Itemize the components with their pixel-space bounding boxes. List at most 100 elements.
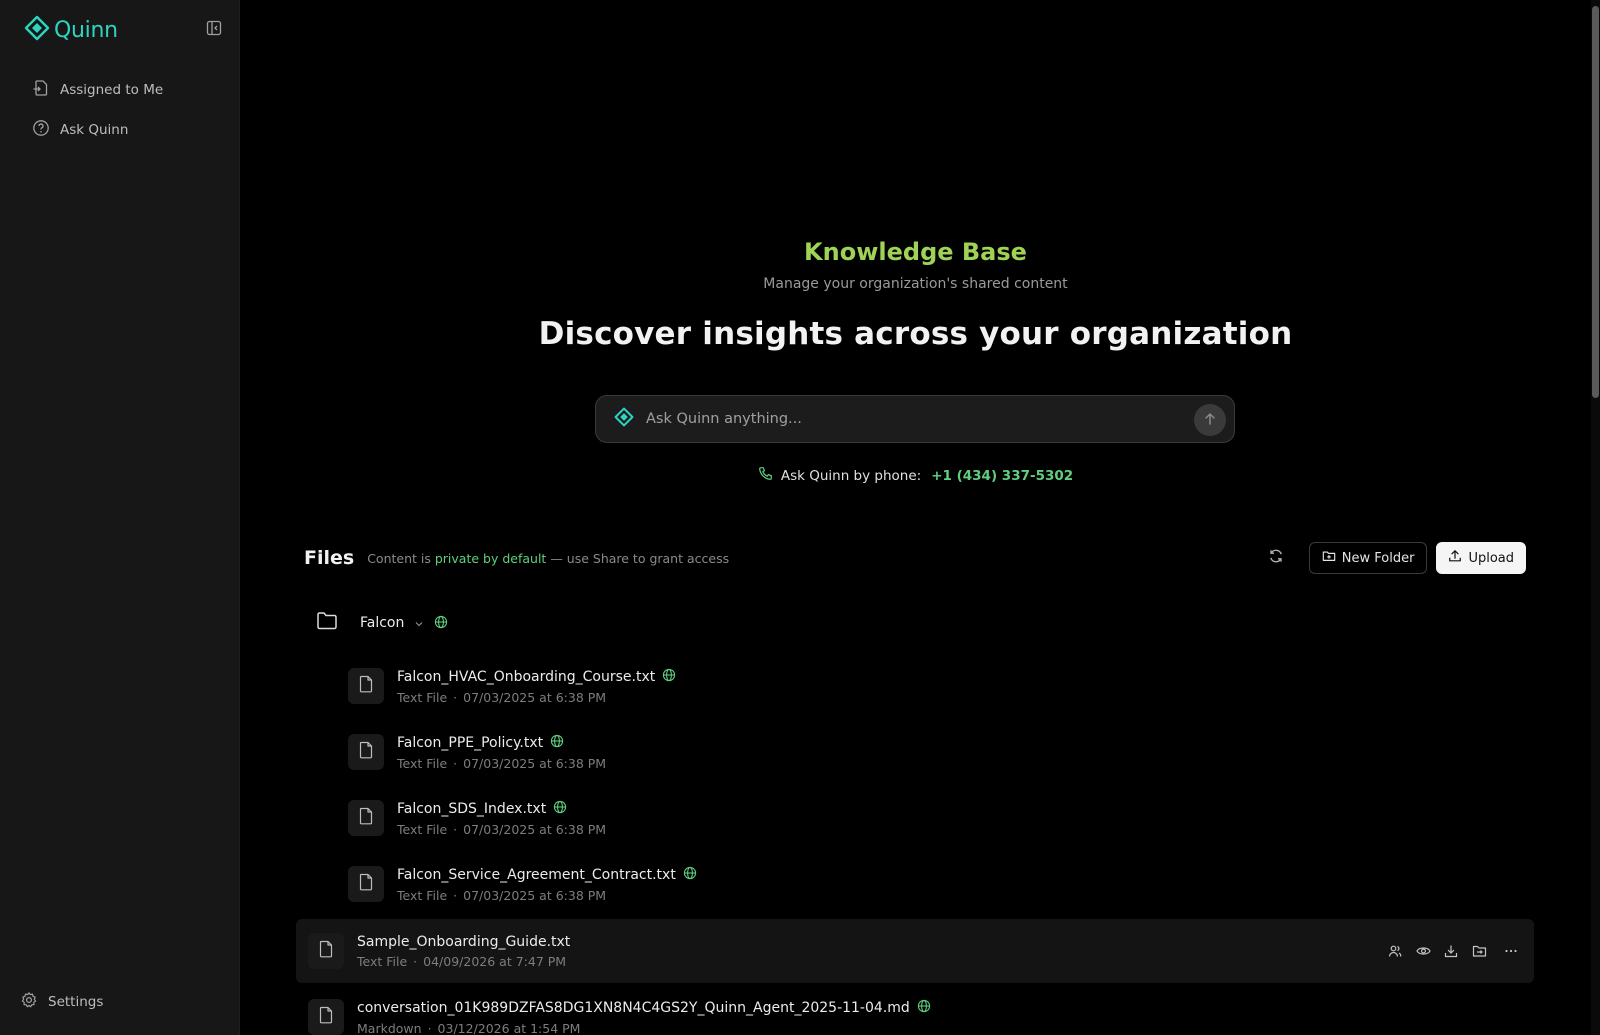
- logo-text: Quinn: [54, 17, 118, 43]
- folder-name: Falcon: [360, 615, 405, 631]
- note-suffix: — use Share to grant access: [550, 550, 730, 566]
- eye-preview-icon[interactable]: [1414, 941, 1432, 961]
- file-type: Text File: [357, 953, 408, 969]
- meta-separator: ·: [453, 887, 458, 903]
- file-name[interactable]: Sample_Onboarding_Guide.txt: [357, 934, 570, 950]
- meta-separator: ·: [453, 689, 458, 705]
- globe-shared-icon: [434, 614, 448, 633]
- file-name-line: Falcon_PPE_Policy.txt: [397, 734, 606, 752]
- more-options-icon[interactable]: [1502, 941, 1520, 961]
- file-date: 07/03/2025 at 6:38 PM: [463, 887, 607, 903]
- upload-label: Upload: [1468, 550, 1514, 566]
- file-date: 07/03/2025 at 6:38 PM: [463, 821, 607, 837]
- file-date: 03/12/2026 at 1:54 PM: [437, 1020, 581, 1035]
- new-folder-button[interactable]: New Folder: [1308, 542, 1428, 574]
- file-name[interactable]: conversation_01K989DZFAS8DG1XN8N4C4GS2Y_…: [357, 1000, 910, 1016]
- file-row[interactable]: Falcon_SDS_Index.txt Text File · 07/03/202…: [348, 786, 1518, 850]
- file-type: Text File: [397, 689, 448, 705]
- page-subtitle: Manage your organization's shared conten…: [763, 276, 1068, 292]
- upload-button[interactable]: Upload: [1436, 542, 1526, 574]
- file-icon-box: [348, 800, 384, 836]
- file-name-line: Falcon_Service_Agreement_Contract.txt: [397, 866, 697, 884]
- file-date: 07/03/2025 at 6:38 PM: [463, 689, 607, 705]
- sidebar-item-ask-quinn[interactable]: Ask Quinn: [20, 112, 220, 148]
- app-logo[interactable]: Quinn: [24, 15, 118, 45]
- folder-row-falcon[interactable]: Falcon: [304, 608, 448, 638]
- file-meta: Text File · 07/03/2025 at 6:38 PM: [397, 690, 676, 705]
- phone-label: Ask Quinn by phone:: [780, 467, 922, 484]
- file-type: Markdown: [357, 1020, 422, 1035]
- sidebar-item-assigned-to-me[interactable]: Assigned to Me: [20, 72, 220, 108]
- settings-link[interactable]: Settings: [20, 987, 103, 1017]
- folder-plus-icon: [1322, 549, 1336, 567]
- file-meta: Text File · 07/03/2025 at 6:38 PM: [397, 756, 606, 771]
- file-text: Sample_Onboarding_Guide.txt Text File · 04…: [357, 934, 570, 969]
- file-assign-icon: [32, 79, 50, 101]
- globe-shared-icon: [683, 866, 697, 884]
- sidebar: Quinn Assigned to Me Ask Quinn Settings: [0, 0, 240, 1035]
- page-title: Knowledge Base: [804, 238, 1027, 266]
- file-type: Text File: [397, 887, 448, 903]
- globe-shared-icon: [917, 999, 931, 1017]
- file-text: Falcon_PPE_Policy.txt Text File · 07/03/20…: [397, 734, 606, 771]
- file-icon-box: [308, 933, 344, 969]
- ask-quinn-input[interactable]: [646, 411, 1176, 427]
- scrollbar-thumb[interactable]: [1592, 6, 1599, 398]
- globe-shared-icon: [553, 800, 567, 818]
- file-text: Falcon_SDS_Index.txt Text File · 07/03/202…: [397, 800, 606, 837]
- phone-contact: Ask Quinn by phone: +1 (434) 337-5302: [240, 466, 1591, 485]
- globe-shared-icon: [662, 668, 676, 686]
- refresh-icon: [1268, 548, 1284, 568]
- file-meta: Text File · 07/03/2025 at 6:38 PM: [397, 822, 606, 837]
- chevron-down-icon[interactable]: [414, 614, 424, 633]
- note-accent: private by default: [434, 550, 547, 566]
- files-title: Files: [304, 547, 355, 569]
- send-button[interactable]: [1194, 404, 1226, 436]
- file-text: Falcon_Service_Agreement_Contract.txt Te…: [397, 866, 697, 903]
- file-row[interactable]: Falcon_PPE_Policy.txt Text File · 07/03/20…: [348, 720, 1518, 784]
- meta-separator: ·: [413, 953, 418, 969]
- file-icon: [318, 1006, 334, 1028]
- phone-icon: [758, 466, 773, 485]
- file-meta: Markdown · 03/12/2026 at 1:54 PM: [357, 1021, 931, 1035]
- download-icon[interactable]: [1442, 941, 1460, 961]
- file-name[interactable]: Falcon_HVAC_Onboarding_Course.txt: [397, 669, 655, 685]
- files-header: Files Content is private by default — us…: [304, 541, 1526, 575]
- file-date: 04/09/2026 at 7:47 PM: [423, 953, 567, 969]
- file-row[interactable]: Falcon_HVAC_Onboarding_Course.txt Text F…: [348, 654, 1518, 718]
- file-icon: [318, 940, 334, 962]
- file-icon-box: [308, 999, 344, 1035]
- file-type: Text File: [397, 821, 448, 837]
- file-row[interactable]: Sample_Onboarding_Guide.txt Text File · 04…: [296, 919, 1534, 983]
- file-icon: [358, 675, 374, 697]
- file-name-line: Falcon_HVAC_Onboarding_Course.txt: [397, 668, 676, 686]
- new-folder-label: New Folder: [1341, 550, 1415, 566]
- file-row[interactable]: conversation_01K989DZFAS8DG1XN8N4C4GS2Y_…: [296, 985, 1534, 1035]
- folder-icon: [316, 611, 338, 635]
- move-to-folder-icon[interactable]: [1470, 941, 1488, 961]
- file-name[interactable]: Falcon_PPE_Policy.txt: [397, 735, 543, 751]
- meta-separator: ·: [453, 755, 458, 771]
- collapse-sidebar-button[interactable]: [204, 20, 224, 40]
- quinn-logo-icon: [24, 15, 50, 45]
- row-actions: [1386, 941, 1520, 961]
- file-row[interactable]: Falcon_Service_Agreement_Contract.txt Te…: [348, 852, 1518, 916]
- upload-icon: [1448, 549, 1462, 567]
- file-date: 07/03/2025 at 6:38 PM: [463, 755, 607, 771]
- file-icon-box: [348, 866, 384, 902]
- scrollbar[interactable]: [1591, 0, 1600, 1035]
- meta-separator: ·: [427, 1020, 432, 1035]
- phone-number-link[interactable]: +1 (434) 337-5302: [931, 468, 1073, 484]
- file-text: conversation_01K989DZFAS8DG1XN8N4C4GS2Y_…: [357, 999, 931, 1035]
- refresh-button[interactable]: [1262, 544, 1290, 572]
- files-privacy-note: Content is private by default — use Shar…: [367, 551, 729, 566]
- share-users-icon[interactable]: [1386, 941, 1404, 961]
- file-name[interactable]: Falcon_SDS_Index.txt: [397, 801, 546, 817]
- file-name[interactable]: Falcon_Service_Agreement_Contract.txt: [397, 867, 676, 883]
- file-type: Text File: [397, 755, 448, 771]
- ask-quinn-search-box: [595, 395, 1235, 443]
- sidebar-item-label: Ask Quinn: [60, 122, 129, 138]
- file-icon: [358, 741, 374, 763]
- file-icon: [358, 873, 374, 895]
- files-actions: New Folder Upload: [1262, 542, 1526, 574]
